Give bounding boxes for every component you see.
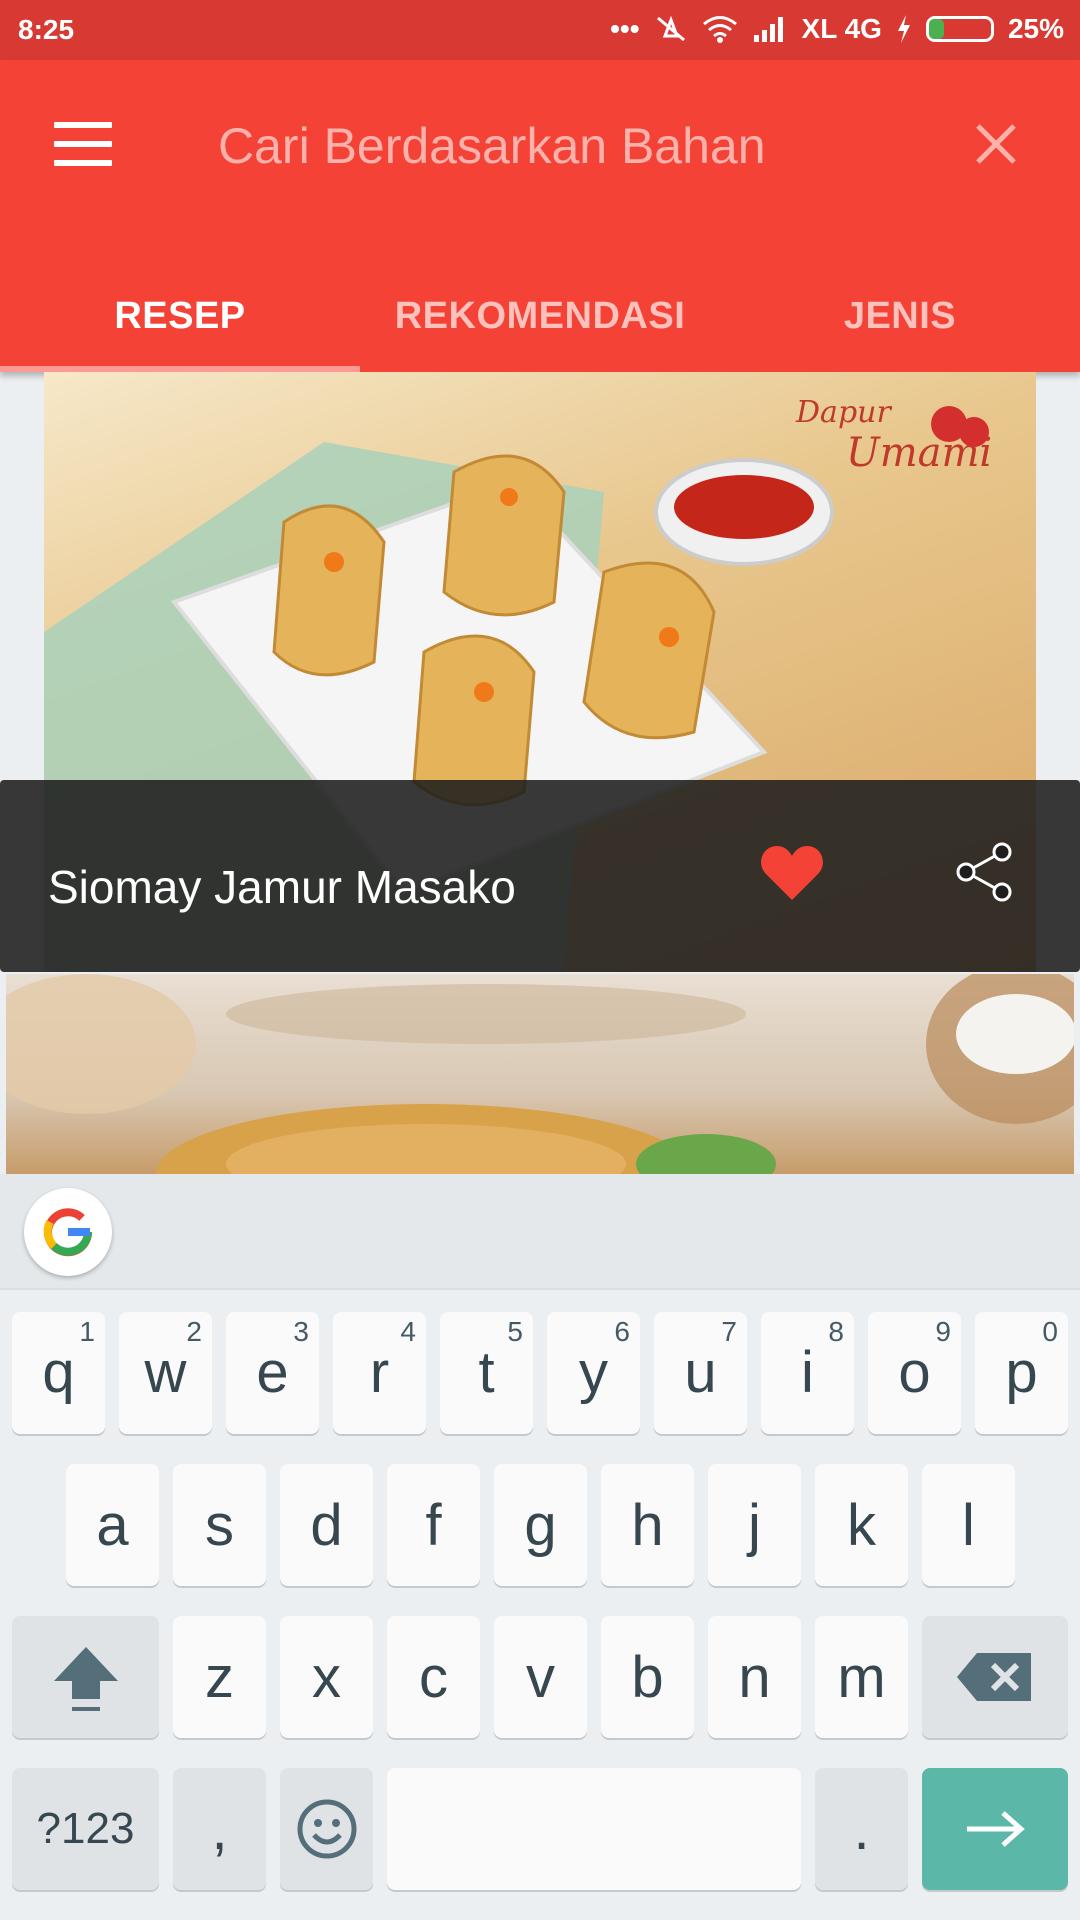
arrow-right-icon (967, 1811, 1025, 1847)
more-dots-icon: ••• (610, 13, 640, 44)
suggestion-strip (0, 1174, 1080, 1290)
close-icon[interactable] (966, 114, 1026, 174)
key-j[interactable]: j (708, 1464, 801, 1586)
emoji-key[interactable] (280, 1768, 373, 1890)
key-z[interactable]: z (173, 1616, 266, 1738)
key-h[interactable]: h (601, 1464, 694, 1586)
key-s[interactable]: s (173, 1464, 266, 1586)
period-key[interactable]: . (815, 1768, 908, 1890)
recipe-photo-next (6, 974, 1074, 1174)
hamburger-menu-icon[interactable] (54, 122, 112, 166)
favorite-heart-icon[interactable] (760, 844, 824, 902)
key-e[interactable]: e3 (226, 1312, 319, 1434)
emoji-smile-icon (297, 1799, 356, 1859)
recipe-card[interactable]: Dapur Umami Siomay Jamur Masako (0, 372, 1080, 972)
key-r[interactable]: r4 (333, 1312, 426, 1434)
key-c[interactable]: c (387, 1616, 480, 1738)
recipe-info-bar: Siomay Jamur Masako (0, 780, 1080, 972)
backspace-key[interactable] (922, 1616, 1068, 1738)
tab-resep[interactable]: RESEP (0, 260, 360, 372)
tab-rekomendasi[interactable]: REKOMENDASI (360, 260, 720, 372)
charging-icon (897, 15, 910, 43)
wifi-icon (702, 16, 737, 43)
enter-key[interactable] (922, 1768, 1068, 1890)
key-g[interactable]: g (494, 1464, 587, 1586)
key-t[interactable]: t5 (440, 1312, 533, 1434)
key-a[interactable]: a (66, 1464, 159, 1586)
key-m[interactable]: m (815, 1616, 908, 1738)
status-bar: 8:25 ••• XL 4G 25% (0, 0, 1080, 60)
share-icon[interactable] (952, 840, 1016, 904)
backspace-icon (957, 1653, 1031, 1701)
key-d[interactable]: d (280, 1464, 373, 1586)
key-y[interactable]: y6 (547, 1312, 640, 1434)
spacebar-key[interactable] (387, 1768, 801, 1890)
vibrate-off-icon (656, 15, 685, 42)
key-b[interactable]: b (601, 1616, 694, 1738)
key-l[interactable]: l (922, 1464, 1015, 1586)
status-time: 8:25 (18, 14, 75, 45)
comma-key[interactable]: , (173, 1768, 266, 1890)
google-search-button[interactable] (24, 1188, 112, 1276)
recipe-title[interactable]: Siomay Jamur Masako (48, 860, 516, 914)
symbols-key[interactable]: ?123 (12, 1768, 159, 1890)
shift-arrow-icon (53, 1647, 118, 1711)
key-v[interactable]: v (494, 1616, 587, 1738)
status-icons: ••• XL 4G 25% (610, 13, 1064, 45)
key-q[interactable]: q1 (12, 1312, 105, 1434)
app-toolbar: RESEP REKOMENDASI JENIS (0, 60, 1080, 372)
soft-keyboard: q1 w2 e3 r4 t5 y6 u7 i8 o9 p0 a s d f g … (0, 1174, 1080, 1920)
tab-jenis[interactable]: JENIS (720, 260, 1080, 372)
key-u[interactable]: u7 (654, 1312, 747, 1434)
shift-key[interactable] (12, 1616, 159, 1738)
battery-percent: 25% (1007, 13, 1064, 44)
key-p[interactable]: p0 (975, 1312, 1068, 1434)
key-f[interactable]: f (387, 1464, 480, 1586)
key-i[interactable]: i8 (761, 1312, 854, 1434)
signal-icon (753, 17, 783, 42)
search-input[interactable] (216, 112, 940, 180)
key-x[interactable]: x (280, 1616, 373, 1738)
recipe-card-next[interactable] (6, 974, 1074, 1174)
svg-text:Dapur: Dapur (795, 395, 892, 430)
key-k[interactable]: k (815, 1464, 908, 1586)
battery-icon (925, 16, 994, 42)
key-n[interactable]: n (708, 1616, 801, 1738)
google-g-icon (43, 1208, 93, 1257)
tab-bar: RESEP REKOMENDASI JENIS (0, 260, 1080, 372)
key-w[interactable]: w2 (119, 1312, 212, 1434)
key-o[interactable]: o9 (868, 1312, 961, 1434)
carrier-label: XL 4G (801, 13, 882, 44)
dapur-umami-logo: Dapur Umami (795, 395, 992, 476)
